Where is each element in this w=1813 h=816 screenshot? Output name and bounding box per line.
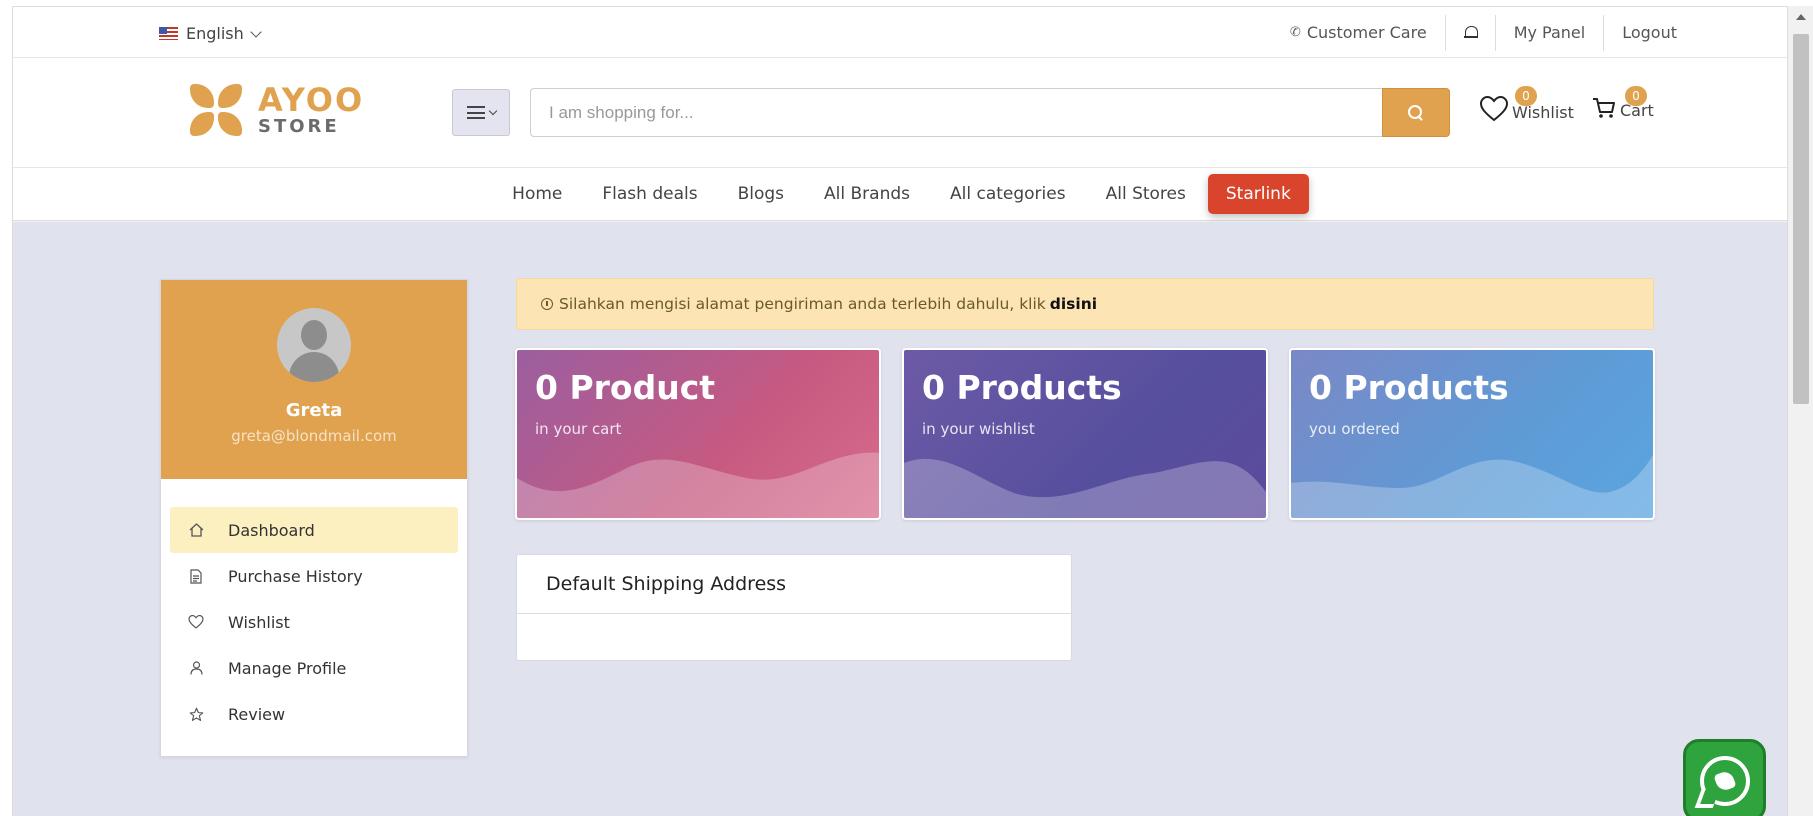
star-icon [188, 706, 204, 722]
user-email: greta@blondmail.com [231, 427, 397, 445]
document-icon [188, 568, 204, 584]
sidebar-menu: Dashboard Purchase History Wishlist Mana… [161, 479, 467, 737]
logout-link[interactable]: Logout [1604, 15, 1677, 51]
orders-stat-card: 0 Products you ordered [1289, 348, 1655, 520]
top-bar-links: ✆ Customer Care My Panel Logout [1272, 7, 1677, 58]
shipping-address-alert: Silahkan mengisi alamat pengiriman anda … [516, 278, 1654, 330]
stat-caption: in your wishlist [922, 420, 1035, 438]
sidebar-item-label: Manage Profile [228, 658, 347, 678]
wishlist-button[interactable]: 0 Wishlist [1480, 86, 1574, 122]
profile-card-header: Greta greta@blondmail.com [161, 280, 467, 479]
nav-all-categories[interactable]: All categories [930, 184, 1086, 204]
alert-text: Silahkan mengisi alamat pengiriman anda … [559, 295, 1046, 313]
customer-care-link[interactable]: ✆ Customer Care [1272, 15, 1445, 51]
user-name: Greta [285, 400, 343, 421]
stat-value: 0 Product [535, 368, 716, 407]
vertical-scrollbar[interactable] [1787, 6, 1813, 816]
logo-wordmark: AYOO STORE [258, 84, 364, 136]
categories-menu-button[interactable] [452, 89, 510, 136]
language-selector[interactable]: English [159, 24, 262, 43]
nav-flash-deals[interactable]: Flash deals [582, 184, 717, 204]
avatar [277, 308, 351, 382]
chevron-down-icon [250, 25, 262, 38]
nav-all-brands[interactable]: All Brands [804, 184, 930, 204]
bell-icon [1463, 25, 1478, 40]
us-flag-icon [159, 27, 178, 40]
cart-count-badge: 0 [1625, 86, 1647, 106]
cart-icon [1593, 98, 1615, 118]
logo-text-top: AYOO [258, 81, 365, 119]
wave-decoration [904, 458, 1266, 518]
wishlist-stat-card: 0 Products in your wishlist [902, 348, 1268, 520]
my-panel-label: My Panel [1513, 23, 1586, 42]
home-icon [188, 522, 204, 538]
phone-icon: ✆ [1289, 25, 1301, 40]
cart-stat-card: 0 Product in your cart [515, 348, 881, 520]
wishlist-count-badge: 0 [1515, 86, 1537, 106]
sidebar-item-wishlist[interactable]: Wishlist [170, 599, 458, 645]
sidebar-item-manage-profile[interactable]: Manage Profile [170, 645, 458, 691]
top-bar: English ✆ Customer Care My Panel Logout [13, 7, 1787, 58]
sidebar-item-label: Wishlist [228, 612, 290, 632]
whatsapp-icon [1699, 755, 1750, 806]
info-icon [541, 298, 553, 310]
card-title: Default Shipping Address [517, 555, 1071, 614]
my-panel-link[interactable]: My Panel [1496, 15, 1604, 51]
chevron-down-icon [488, 106, 497, 116]
notifications-button[interactable] [1446, 15, 1495, 51]
heart-icon [1480, 96, 1508, 122]
store-logo[interactable]: AYOO STORE [186, 80, 376, 140]
logout-label: Logout [1622, 23, 1677, 42]
heart-icon [188, 614, 204, 630]
main-header: AYOO STORE 0 Wishlist 0 Cart [13, 58, 1787, 168]
stat-value: 0 Products [922, 368, 1122, 407]
dashboard-content: Greta greta@blondmail.com Dashboard Purc… [13, 222, 1787, 816]
nav-starlink-button[interactable]: Starlink [1207, 174, 1309, 214]
hamburger-icon [466, 106, 485, 119]
search-button[interactable] [1382, 88, 1450, 137]
logo-text-bottom: STORE [258, 116, 340, 137]
sidebar-item-label: Dashboard [228, 520, 315, 540]
profile-sidebar: Greta greta@blondmail.com Dashboard Purc… [160, 279, 468, 757]
sidebar-item-label: Review [228, 704, 286, 724]
sidebar-item-dashboard[interactable]: Dashboard [170, 507, 458, 553]
cart-button[interactable]: 0 Cart [1592, 86, 1654, 120]
search-icon [1408, 104, 1424, 121]
wishlist-label: Wishlist [1512, 103, 1574, 122]
stat-value: 0 Products [1309, 368, 1509, 407]
sidebar-item-label: Purchase History [228, 566, 363, 586]
language-label: English [186, 24, 244, 43]
nav-home[interactable]: Home [492, 184, 582, 204]
default-shipping-address-card: Default Shipping Address [516, 554, 1072, 661]
sidebar-item-review[interactable]: Review [170, 691, 458, 737]
nav-blogs[interactable]: Blogs [718, 184, 804, 204]
browser-viewport: English ✆ Customer Care My Panel Logout [12, 6, 1787, 816]
search-input[interactable] [530, 88, 1382, 137]
main-navigation: Home Flash deals Blogs All Brands All ca… [13, 168, 1787, 221]
wave-decoration [517, 452, 879, 518]
whatsapp-chat-button[interactable] [1683, 739, 1766, 816]
customer-care-label: Customer Care [1306, 23, 1427, 42]
sidebar-item-purchase-history[interactable]: Purchase History [170, 553, 458, 599]
scroll-up-arrow-icon[interactable] [1796, 14, 1806, 20]
wave-decoration [1291, 454, 1653, 518]
scrollbar-thumb[interactable] [1793, 34, 1809, 404]
nav-all-stores[interactable]: All Stores [1086, 184, 1206, 204]
logo-mark-icon [186, 80, 246, 140]
stat-caption: you ordered [1309, 420, 1400, 438]
user-icon [188, 660, 204, 676]
stat-caption: in your cart [535, 420, 622, 438]
alert-link[interactable]: disini [1050, 295, 1097, 313]
